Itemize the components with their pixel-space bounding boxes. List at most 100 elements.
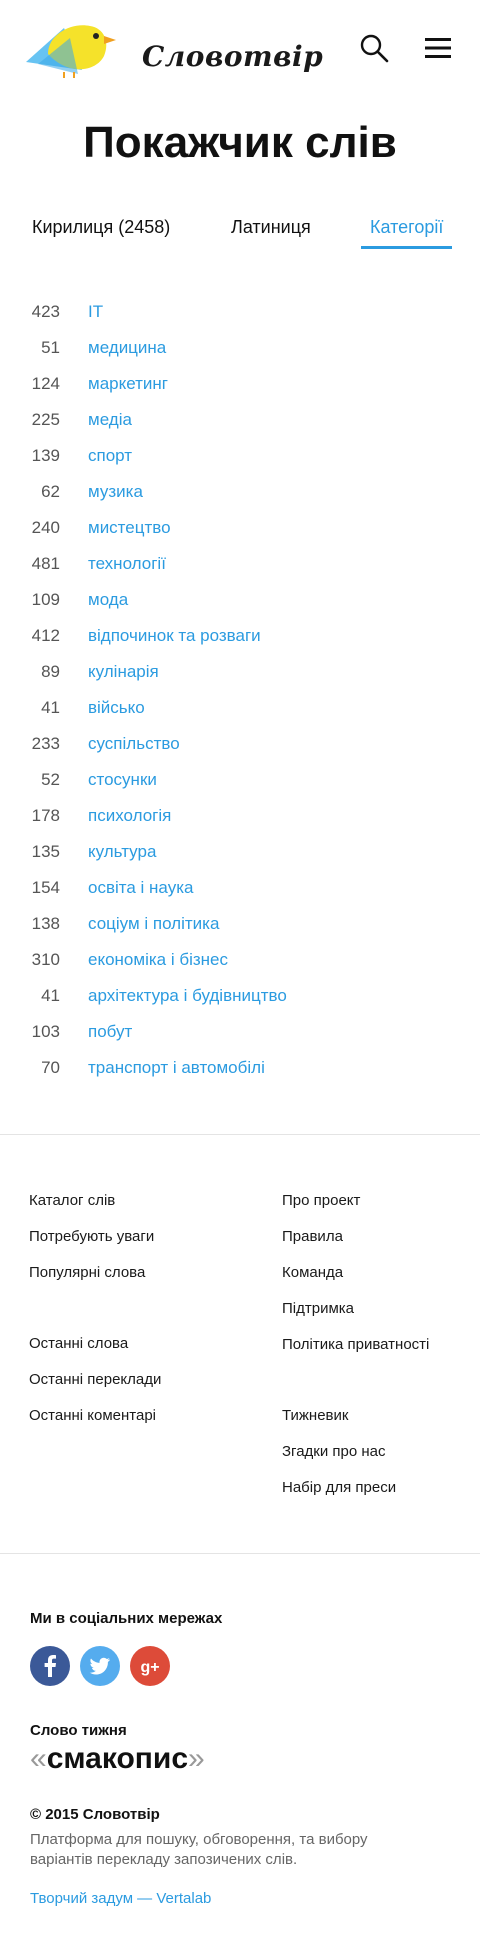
- category-count: 481: [31, 554, 60, 573]
- footer-link[interactable]: Каталог слів: [29, 1192, 115, 1209]
- logo-text: Словотвір: [142, 40, 324, 73]
- page-title: Покажчик слів: [83, 118, 397, 167]
- category-row: 225 медіа: [0, 402, 480, 438]
- category-link[interactable]: освіта і наука: [88, 870, 193, 906]
- footer-link[interactable]: Популярні слова: [29, 1264, 145, 1281]
- footer-link[interactable]: Останні коментарі: [29, 1407, 156, 1424]
- category-row: 310 економіка і бізнес: [0, 942, 480, 978]
- category-link[interactable]: мода: [88, 582, 128, 618]
- tab-latin[interactable]: Латиниця: [231, 214, 311, 246]
- footer-link[interactable]: Правила: [282, 1228, 343, 1245]
- category-row: 62 музика: [0, 474, 480, 510]
- category-count: 109: [31, 590, 60, 609]
- footer-link[interactable]: Про проект: [282, 1192, 360, 1209]
- category-row: 154 освіта і наука: [0, 870, 480, 906]
- tab-cyrillic[interactable]: Кирилиця (2458): [32, 214, 170, 246]
- category-row: 178 психологія: [0, 798, 480, 834]
- word-of-week: смакопис: [46, 1742, 189, 1775]
- footer-link[interactable]: Потребують уваги: [29, 1228, 154, 1245]
- category-link[interactable]: архітектура і будівництво: [88, 978, 287, 1014]
- category-link[interactable]: відпочинок та розваги: [88, 618, 261, 654]
- footer-link[interactable]: Тижневик: [282, 1407, 348, 1424]
- category-link[interactable]: психологія: [88, 798, 171, 834]
- search-icon: [360, 34, 389, 63]
- category-count: 154: [31, 878, 60, 897]
- footer-link[interactable]: Політика приватності: [282, 1336, 429, 1353]
- category-count: 89: [41, 662, 60, 681]
- open-quote: «: [30, 1742, 47, 1775]
- facebook-icon: [44, 1655, 56, 1677]
- category-count: 225: [31, 410, 60, 429]
- footer-link[interactable]: Згадки про нас: [282, 1443, 386, 1460]
- category-row: 89 кулінарія: [0, 654, 480, 690]
- site-header: Словотвір: [0, 0, 480, 96]
- category-count: 233: [31, 734, 60, 753]
- category-count: 103: [31, 1022, 60, 1041]
- footer-link[interactable]: Останні слова: [29, 1335, 128, 1352]
- bird-logo-icon: [26, 25, 116, 78]
- category-link[interactable]: технології: [88, 546, 166, 582]
- social-title: Ми в соціальних мережах: [30, 1610, 223, 1627]
- category-row: 103 побут: [0, 1014, 480, 1050]
- category-count: 240: [31, 518, 60, 537]
- category-link[interactable]: транспорт і автомобілі: [88, 1050, 265, 1086]
- twitter-icon: [89, 1657, 110, 1675]
- credit-link[interactable]: Творчий задум — Vertalab: [30, 1890, 211, 1907]
- category-link[interactable]: медіа: [88, 402, 132, 438]
- menu-button[interactable]: [422, 32, 454, 64]
- category-link[interactable]: спорт: [88, 438, 132, 474]
- search-button[interactable]: [358, 32, 390, 64]
- google-plus-button[interactable]: g+: [130, 1646, 170, 1686]
- index-tabs: Кирилиця (2458) Латиниця Категорії: [0, 214, 480, 250]
- copyright: © 2015 Словотвір: [30, 1806, 160, 1823]
- facebook-button[interactable]: [30, 1646, 70, 1686]
- close-quote: »: [188, 1742, 205, 1775]
- category-link[interactable]: IT: [88, 294, 103, 330]
- category-row: 51 медицина: [0, 330, 480, 366]
- category-count: 124: [31, 374, 60, 393]
- category-count: 178: [31, 806, 60, 825]
- category-count: 139: [31, 446, 60, 465]
- category-count: 41: [41, 698, 60, 717]
- category-link[interactable]: побут: [88, 1014, 132, 1050]
- category-link[interactable]: стосунки: [88, 762, 157, 798]
- category-row: 423 IT: [0, 294, 480, 330]
- footer-link[interactable]: Команда: [282, 1264, 343, 1281]
- category-count: 412: [31, 626, 60, 645]
- footer-link[interactable]: Останні переклади: [29, 1371, 161, 1388]
- twitter-button[interactable]: [80, 1646, 120, 1686]
- tab-categories[interactable]: Категорії: [361, 214, 453, 249]
- category-link[interactable]: військо: [88, 690, 145, 726]
- footer-link[interactable]: Підтримка: [282, 1300, 354, 1317]
- category-row: 138 соціум і політика: [0, 906, 480, 942]
- category-row: 70 транспорт і автомобілі: [0, 1050, 480, 1086]
- word-of-week-link[interactable]: «смакопис»: [30, 1742, 205, 1776]
- category-link[interactable]: маркетинг: [88, 366, 168, 402]
- social-divider: [0, 1553, 480, 1554]
- category-link[interactable]: кулінарія: [88, 654, 159, 690]
- footer-link[interactable]: Набір для преси: [282, 1479, 396, 1496]
- category-link[interactable]: культура: [88, 834, 156, 870]
- category-link[interactable]: соціум і політика: [88, 906, 219, 942]
- category-link[interactable]: медицина: [88, 330, 166, 366]
- svg-text:g+: g+: [140, 1659, 159, 1676]
- category-list: 423 IT 51 медицина 124 маркетинг 225 медіа 139 сп…: [0, 294, 480, 1086]
- category-link[interactable]: суспільство: [88, 726, 180, 762]
- site-logo[interactable]: Словотвір: [24, 14, 323, 78]
- category-row: 240 мистецтво: [0, 510, 480, 546]
- category-row: 41 архітектура і будівництво: [0, 978, 480, 1014]
- category-row: 52 стосунки: [0, 762, 480, 798]
- category-row: 109 мода: [0, 582, 480, 618]
- category-count: 135: [31, 842, 60, 861]
- hamburger-menu-icon: [425, 38, 451, 58]
- google-plus-icon: g+: [140, 1659, 159, 1676]
- category-link[interactable]: мистецтво: [88, 510, 171, 546]
- category-link[interactable]: економіка і бізнес: [88, 942, 228, 978]
- category-row: 139 спорт: [0, 438, 480, 474]
- category-count: 51: [41, 338, 60, 357]
- category-row: 412 відпочинок та розваги: [0, 618, 480, 654]
- category-row: 135 культура: [0, 834, 480, 870]
- category-row: 41 військо: [0, 690, 480, 726]
- category-link[interactable]: музика: [88, 474, 143, 510]
- category-count: 310: [31, 950, 60, 969]
